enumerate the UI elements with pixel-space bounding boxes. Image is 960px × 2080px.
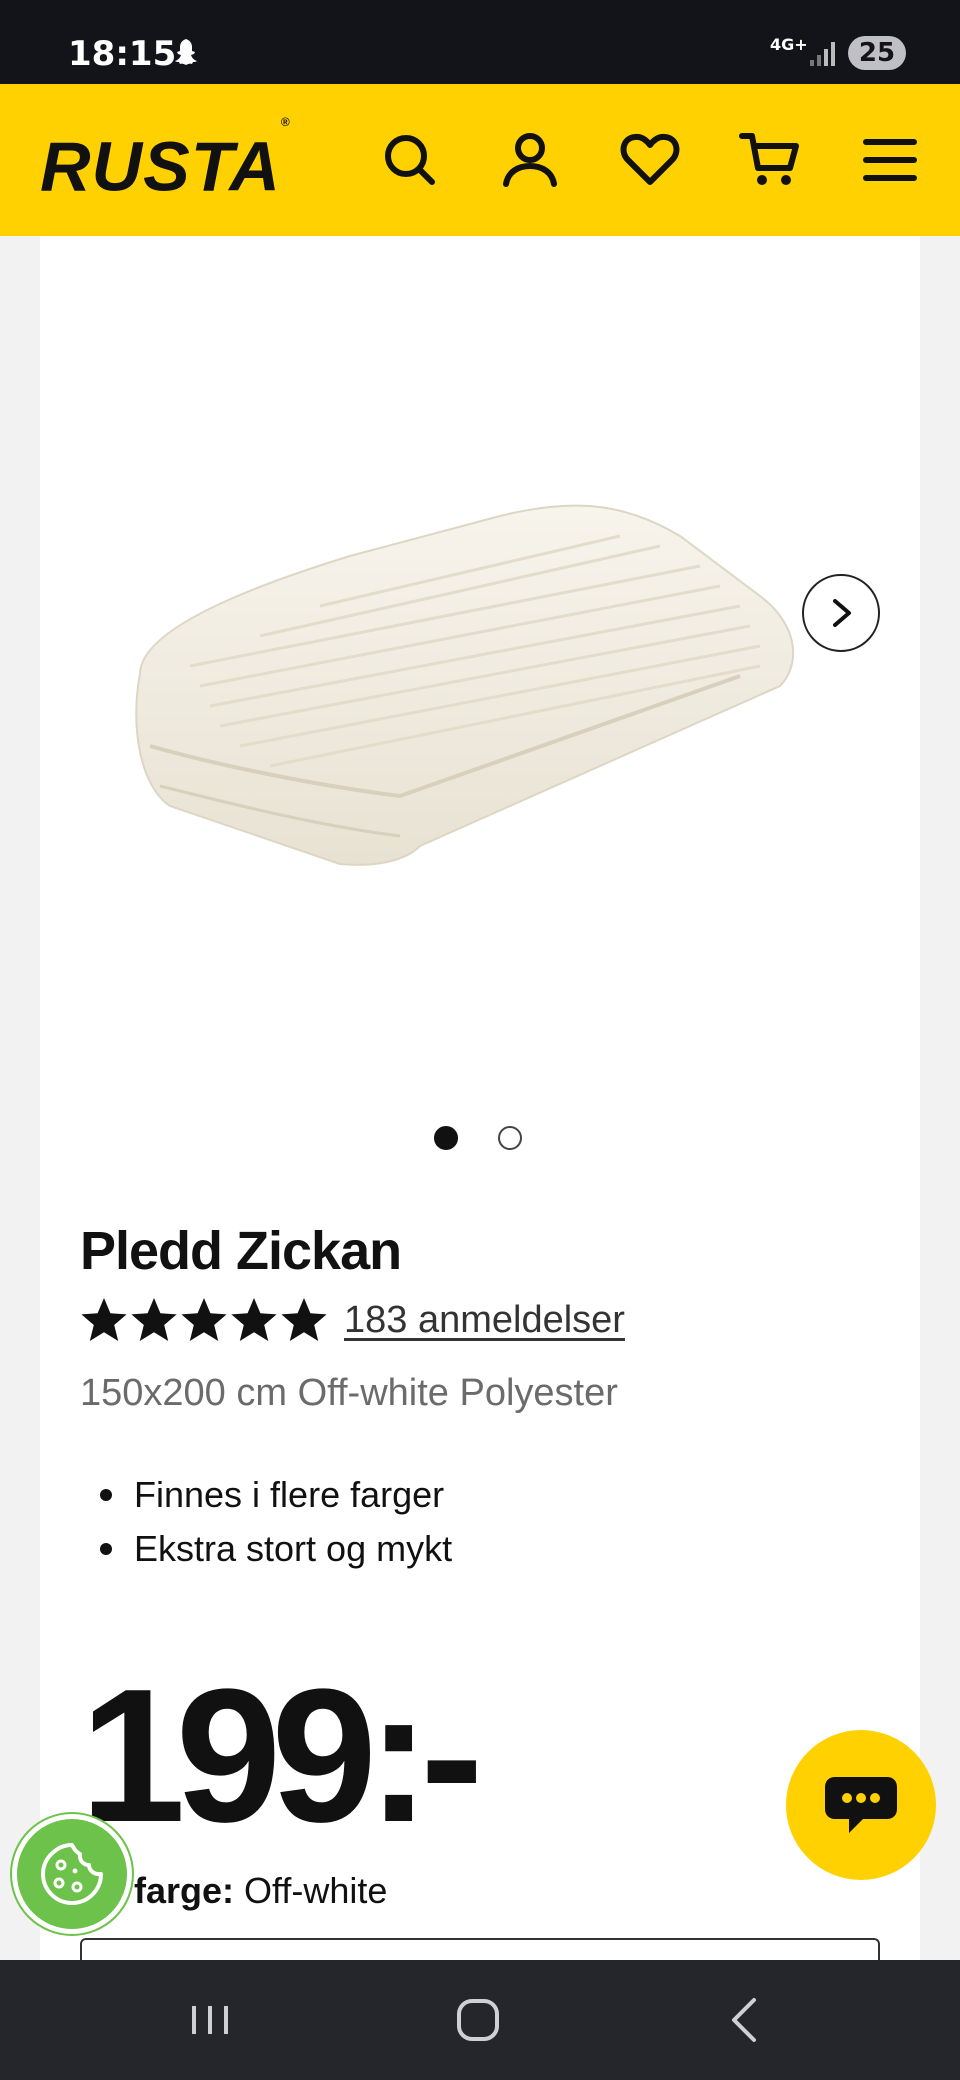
product-subtitle: 150x200 cm Off-white Polyester: [80, 1372, 618, 1414]
star-icon: [81, 1298, 127, 1341]
reviews-link[interactable]: 183 anmeldelser: [344, 1299, 625, 1342]
gallery-pagination: [434, 1126, 522, 1150]
battery-indicator: 25: [848, 36, 906, 70]
menu-button[interactable]: [858, 128, 922, 192]
chat-button[interactable]: [786, 1730, 936, 1880]
snapchat-icon: [175, 39, 197, 65]
logo-text: RUSTA: [40, 127, 281, 206]
search-icon: [385, 135, 435, 185]
status-time: 18:15: [68, 34, 177, 74]
product-image-blanket[interactable]: [100, 386, 880, 946]
product-card: Pledd Zickan 183 anmeldelser 150x200 cm …: [40, 236, 920, 1998]
gallery-dot-2[interactable]: [498, 1126, 522, 1150]
home-icon[interactable]: [448, 1990, 508, 2050]
cookie-icon: [41, 1843, 103, 1905]
search-button[interactable]: [378, 128, 442, 192]
signal-icon: [810, 42, 835, 66]
account-button[interactable]: [498, 128, 562, 192]
registered-mark: ®: [280, 115, 291, 129]
heart-icon: [620, 133, 680, 185]
cart-icon: [739, 133, 799, 185]
star-icon: [131, 1298, 177, 1341]
menu-icon: [863, 139, 917, 181]
star-icon: [281, 1298, 327, 1341]
site-header: RUSTA®: [0, 84, 960, 236]
star-icon: [181, 1298, 227, 1341]
rating-stars: [80, 1296, 328, 1344]
account-icon: [503, 133, 557, 187]
product-price: 199:-: [80, 1650, 484, 1862]
chat-bubble-icon: [825, 1777, 897, 1833]
product-features: Finnes i flere farger Ekstra stort og my…: [80, 1468, 452, 1576]
cart-button[interactable]: [738, 128, 802, 192]
status-bar: 18:15 4G+ 25: [0, 0, 960, 84]
cookie-settings-button[interactable]: [12, 1814, 132, 1934]
recent-apps-icon[interactable]: [180, 1990, 240, 2050]
product-title: Pledd Zickan: [80, 1221, 402, 1281]
system-navigation-bar: [0, 1960, 960, 2080]
gallery-dot-1[interactable]: [434, 1126, 458, 1150]
favorites-button[interactable]: [618, 128, 682, 192]
chevron-right-icon: [833, 599, 851, 627]
network-indicator: 4G+: [770, 35, 808, 54]
color-value: Off-white: [244, 1870, 388, 1911]
gallery-next-button[interactable]: [802, 574, 880, 652]
star-icon: [231, 1298, 277, 1341]
product-rating: 183 anmeldelser: [80, 1296, 625, 1344]
feature-item: Finnes i flere farger: [80, 1468, 452, 1522]
rusta-logo[interactable]: RUSTA®: [40, 115, 291, 206]
feature-item: Ekstra stort og mykt: [80, 1522, 452, 1576]
back-icon[interactable]: [716, 1990, 776, 2050]
